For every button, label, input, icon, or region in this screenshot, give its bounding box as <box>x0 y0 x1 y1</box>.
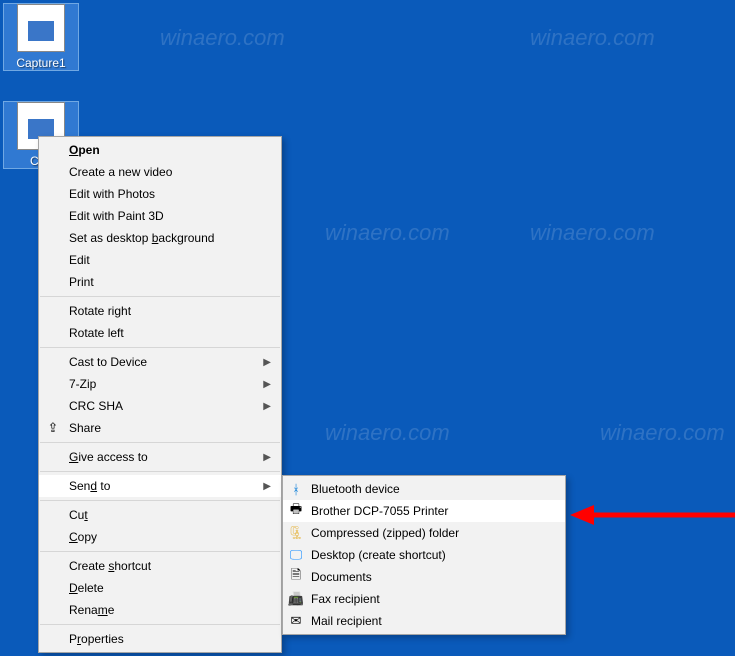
submenu-arrow-icon: ▶ <box>263 379 271 390</box>
watermark: winaero.com <box>600 420 725 446</box>
icon-label: Capture1 <box>4 56 78 70</box>
submenu-item-label: Desktop (create shortcut) <box>311 548 446 562</box>
image-file-icon <box>17 4 65 52</box>
menu-item-label: Print <box>69 275 251 289</box>
submenu-item-fax-recipient[interactable]: 📠 Fax recipient <box>283 588 565 610</box>
submenu-arrow-icon: ▶ <box>263 452 271 463</box>
share-icon: ⇪ <box>45 420 61 436</box>
menu-item-label: Rename <box>69 603 251 617</box>
menu-item-label: Edit with Paint 3D <box>69 209 251 223</box>
menu-item-label: Delete <box>69 581 251 595</box>
watermark: winaero.com <box>325 220 450 246</box>
menu-separator <box>40 624 280 625</box>
menu-item-label: Set as desktop background <box>69 231 251 245</box>
menu-separator <box>40 471 280 472</box>
desktop-icon: 🖵 <box>288 547 304 563</box>
menu-item-label: Edit with Photos <box>69 187 251 201</box>
menu-item-label: CRC SHA <box>69 399 251 413</box>
menu-item-crc-sha[interactable]: CRC SHA ▶ <box>39 395 281 417</box>
menu-item-send-to[interactable]: Send to ▶ <box>39 475 281 497</box>
submenu-arrow-icon: ▶ <box>263 401 271 412</box>
submenu-item-compressed-zipped-folder[interactable]: 🗜 Compressed (zipped) folder <box>283 522 565 544</box>
menu-separator <box>40 551 280 552</box>
menu-item-label: Send to <box>69 479 251 493</box>
menu-item-label: Rotate right <box>69 304 251 318</box>
desktop-icon-capture1[interactable]: Capture1 <box>4 4 78 70</box>
menu-item-open[interactable]: Open <box>39 139 281 161</box>
menu-item-label: Create a new video <box>69 165 251 179</box>
menu-item-create-a-new-video[interactable]: Create a new video <box>39 161 281 183</box>
context-menu: Open Create a new video Edit with Photos Ed… <box>38 136 282 653</box>
watermark: winaero.com <box>530 220 655 246</box>
menu-item-properties[interactable]: Properties <box>39 628 281 650</box>
menu-item-label: Share <box>69 421 251 435</box>
menu-item-label: Create shortcut <box>69 559 251 573</box>
menu-item-cut[interactable]: Cut <box>39 504 281 526</box>
menu-separator <box>40 442 280 443</box>
menu-item-print[interactable]: Print <box>39 271 281 293</box>
menu-item-create-shortcut[interactable]: Create shortcut <box>39 555 281 577</box>
menu-item-edit-with-paint-3d[interactable]: Edit with Paint 3D <box>39 205 281 227</box>
submenu-arrow-icon: ▶ <box>263 357 271 368</box>
menu-item-share[interactable]: ⇪ Share <box>39 417 281 439</box>
watermark: winaero.com <box>530 25 655 51</box>
printer-icon: 🖶 <box>288 503 304 519</box>
menu-item-delete[interactable]: Delete <box>39 577 281 599</box>
submenu-item-desktop-create-shortcut-[interactable]: 🖵 Desktop (create shortcut) <box>283 544 565 566</box>
menu-item-label: 7-Zip <box>69 377 251 391</box>
menu-item-label: Copy <box>69 530 251 544</box>
menu-item-label: Rotate left <box>69 326 251 340</box>
submenu-arrow-icon: ▶ <box>263 481 271 492</box>
submenu-item-documents[interactable]: 🗎 Documents <box>283 566 565 588</box>
menu-item-label: Properties <box>69 632 251 646</box>
submenu-item-label: Brother DCP-7055 Printer <box>311 504 448 518</box>
menu-item-copy[interactable]: Copy <box>39 526 281 548</box>
submenu-item-label: Bluetooth device <box>311 482 400 496</box>
menu-item-label: Edit <box>69 253 251 267</box>
submenu-item-label: Mail recipient <box>311 614 382 628</box>
menu-separator <box>40 500 280 501</box>
annotation-arrow <box>570 500 735 530</box>
submenu-item-bluetooth-device[interactable]: ᚼ Bluetooth device <box>283 478 565 500</box>
menu-item-give-access-to[interactable]: Give access to ▶ <box>39 446 281 468</box>
menu-item-7-zip[interactable]: 7-Zip ▶ <box>39 373 281 395</box>
menu-separator <box>40 296 280 297</box>
bluetooth-icon: ᚼ <box>288 481 304 497</box>
watermark: winaero.com <box>325 420 450 446</box>
menu-separator <box>40 347 280 348</box>
menu-item-label: Cut <box>69 508 251 522</box>
menu-item-label: Open <box>69 143 251 157</box>
submenu-item-label: Fax recipient <box>311 592 380 606</box>
menu-item-edit[interactable]: Edit <box>39 249 281 271</box>
menu-item-label: Give access to <box>69 450 251 464</box>
submenu-item-brother-dcp-7055-printer[interactable]: 🖶 Brother DCP-7055 Printer <box>283 500 565 522</box>
menu-item-rename[interactable]: Rename <box>39 599 281 621</box>
menu-item-edit-with-photos[interactable]: Edit with Photos <box>39 183 281 205</box>
mail-icon: ✉ <box>288 613 304 629</box>
documents-icon: 🗎 <box>288 569 304 585</box>
submenu-item-label: Compressed (zipped) folder <box>311 526 459 540</box>
submenu-item-mail-recipient[interactable]: ✉ Mail recipient <box>283 610 565 632</box>
menu-item-set-as-desktop-background[interactable]: Set as desktop background <box>39 227 281 249</box>
menu-item-label: Cast to Device <box>69 355 251 369</box>
menu-item-rotate-left[interactable]: Rotate left <box>39 322 281 344</box>
zip-icon: 🗜 <box>288 525 304 541</box>
menu-item-cast-to-device[interactable]: Cast to Device ▶ <box>39 351 281 373</box>
fax-icon: 📠 <box>288 591 304 607</box>
send-to-submenu: ᚼ Bluetooth device 🖶 Brother DCP-7055 Print… <box>282 475 566 635</box>
watermark: winaero.com <box>160 25 285 51</box>
submenu-item-label: Documents <box>311 570 372 584</box>
menu-item-rotate-right[interactable]: Rotate right <box>39 300 281 322</box>
